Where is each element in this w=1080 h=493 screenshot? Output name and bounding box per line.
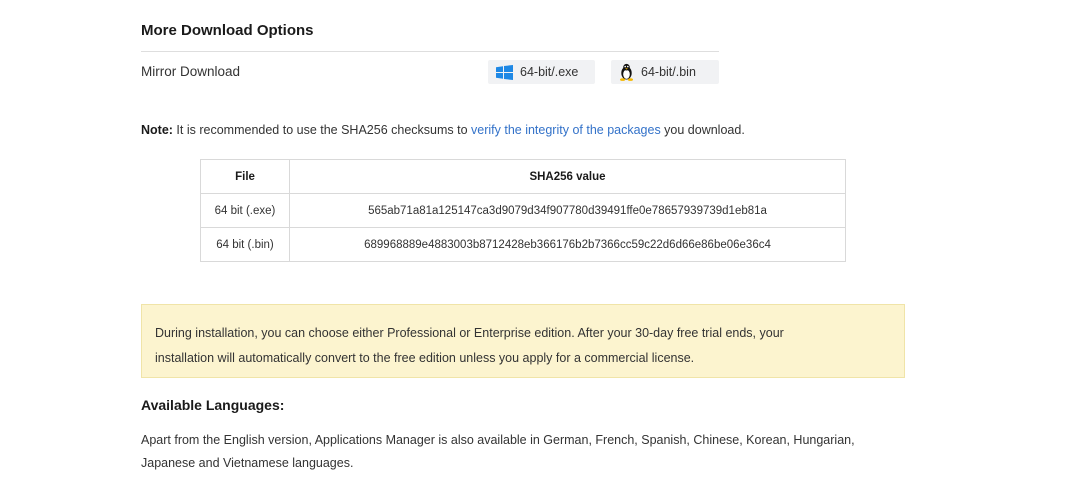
languages-line-1: Apart from the English version, Applicat… — [141, 433, 855, 447]
note-label: Note: — [141, 123, 173, 137]
checksum-table: File SHA256 value 64 bit (.exe) 565ab71a… — [200, 159, 846, 262]
windows-icon — [496, 64, 513, 80]
file-cell: 64 bit (.bin) — [200, 227, 290, 262]
divider — [141, 51, 719, 52]
file-cell: 64 bit (.exe) — [200, 193, 290, 228]
sha256-cell: 689968889e4883003b8712428eb366176b2b7366… — [289, 227, 846, 262]
note-text-before: It is recommended to use the SHA256 chec… — [172, 123, 472, 137]
table-row: 64 bit (.bin) 689968889e4883003b8712428e… — [200, 227, 846, 262]
verify-integrity-link[interactable]: verify the integrity of the packages — [471, 123, 661, 137]
languages-description: Apart from the English version, Applicat… — [141, 429, 931, 475]
linux-tux-icon — [619, 63, 634, 81]
table-row: 64 bit (.exe) 565ab71a81a125147ca3d9079d… — [200, 193, 846, 228]
table-header-row: File SHA256 value — [200, 159, 846, 194]
languages-title: Available Languages: — [141, 397, 285, 413]
notice-line-2: installation will automatically convert … — [155, 351, 695, 365]
mirror-download-label: Mirror Download — [141, 64, 241, 79]
download-page: More Download Options Mirror Download 64… — [0, 0, 1080, 493]
column-header-sha256: SHA256 value — [289, 159, 846, 194]
edition-notice: During installation, you can choose eith… — [141, 304, 905, 378]
note-text-after: you download. — [660, 123, 745, 137]
section-title: More Download Options — [141, 22, 314, 39]
checksum-note: Note: It is recommended to use the SHA25… — [141, 123, 745, 137]
download-bin-label: 64-bit/.bin — [641, 65, 696, 79]
notice-line-1: During installation, you can choose eith… — [155, 326, 784, 340]
sha256-cell: 565ab71a81a125147ca3d9079d34f907780d3949… — [289, 193, 846, 228]
languages-line-2: Japanese and Vietnamese languages. — [141, 456, 354, 470]
download-bin-button[interactable]: 64-bit/.bin — [611, 60, 719, 84]
column-header-file: File — [200, 159, 290, 194]
download-exe-button[interactable]: 64-bit/.exe — [488, 60, 595, 84]
download-exe-label: 64-bit/.exe — [520, 65, 579, 79]
